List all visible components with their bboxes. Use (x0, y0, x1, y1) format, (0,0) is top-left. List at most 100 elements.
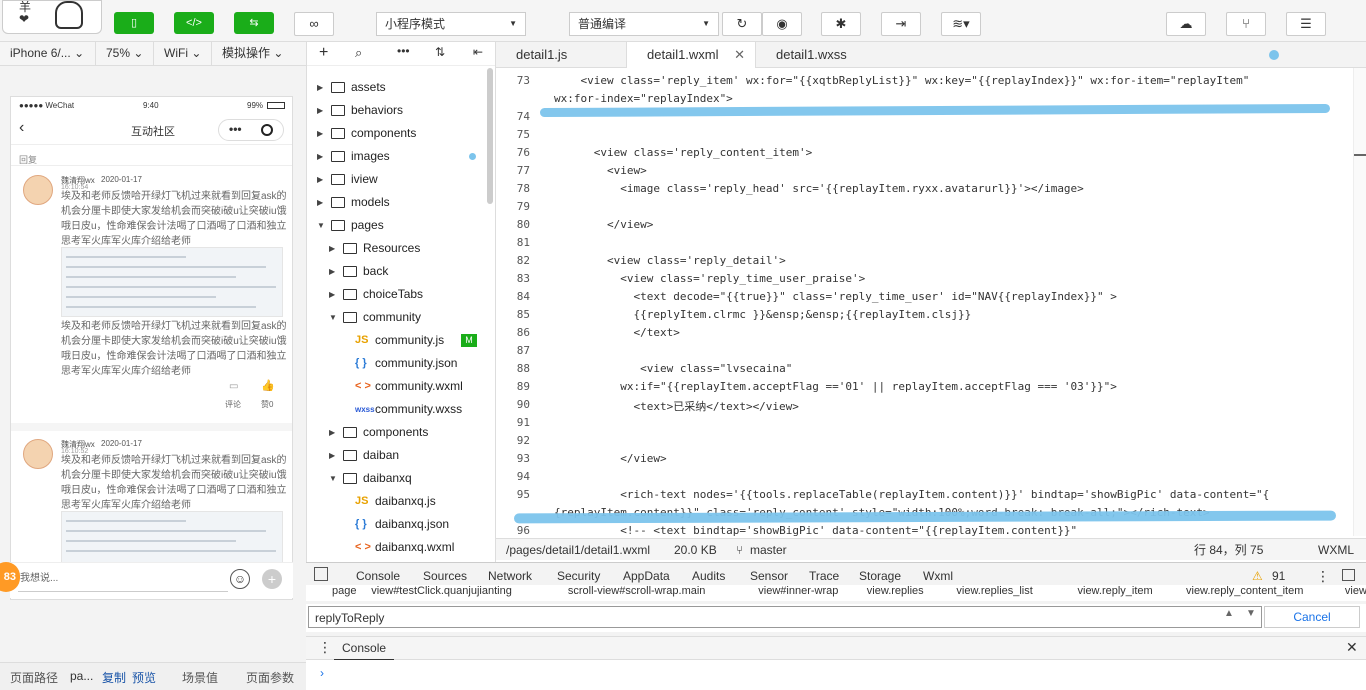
tree-item[interactable]: wxss community.wxss (307, 398, 495, 421)
tree-item[interactable]: ▼ pages (307, 214, 495, 237)
dom-search-input[interactable]: replyToReply (308, 606, 1262, 628)
page-params-button[interactable]: 页面参数 (246, 669, 294, 686)
chevron-right-icon[interactable]: ▶ (317, 191, 323, 214)
user-icon[interactable]: ☺ (230, 569, 250, 589)
details-button[interactable]: ☰ (1286, 12, 1326, 36)
comment-icon[interactable]: ▭ (229, 381, 238, 392)
tree-item[interactable]: { } community.json (307, 352, 495, 375)
device-select[interactable]: iPhone 6/... ⌄ (0, 42, 96, 66)
breadcrumb-item[interactable]: view.reply_detail (1345, 585, 1366, 597)
link-button[interactable]: ∞ (294, 12, 334, 36)
preview-link[interactable]: 预览 (132, 669, 156, 686)
code-line[interactable]: <image class='reply_head' src='{{replayI… (554, 182, 1084, 195)
chevron-right-icon[interactable]: ▶ (329, 283, 335, 306)
code-line[interactable]: wx:if="{{replayItem.acceptFlag =='01' ||… (554, 380, 1117, 393)
cursor-position[interactable]: 行 84，列 75 (1194, 539, 1263, 561)
tab-console-drawer[interactable]: Console (334, 637, 395, 661)
cancel-button[interactable]: Cancel (1264, 606, 1360, 628)
chevron-right-icon[interactable]: ▶ (329, 260, 335, 283)
breadcrumb-item[interactable]: view.reply_content_item (1186, 585, 1303, 597)
tree-item[interactable]: ▶ choiceTabs (307, 283, 495, 306)
capsule-menu[interactable]: ••• (218, 119, 284, 141)
chevron-up-icon[interactable]: ▲ (1224, 608, 1234, 619)
chevron-right-icon[interactable]: ▶ (317, 145, 323, 168)
tree-scrollbar[interactable] (487, 68, 493, 204)
code-line[interactable]: <view class='reply_time_user_praise'> (554, 272, 865, 285)
branch-name[interactable]: master (750, 539, 787, 561)
tab-detail1-wxml[interactable]: detail1.wxml ✕ (626, 42, 756, 68)
editor-toggle-button[interactable]: </> (174, 12, 214, 34)
debug-button[interactable]: ✱ (821, 12, 861, 36)
reply-input[interactable]: 我想说... (20, 569, 58, 584)
scene-button[interactable]: 场景值 (182, 669, 218, 686)
like-button[interactable]: 赞0 (261, 399, 273, 410)
tree-item[interactable]: ▶ components (307, 122, 495, 145)
comment-button[interactable]: 评论 (225, 399, 241, 410)
more-icon[interactable]: ••• (229, 122, 242, 136)
simulator-toggle-button[interactable]: ▯ (114, 12, 154, 34)
console-body[interactable]: › (306, 660, 1366, 690)
code-line[interactable]: </text> (554, 326, 679, 339)
code-line[interactable]: {{replyItem.clrmc }}&ensp;&ensp;{{replay… (554, 308, 971, 321)
code-line[interactable]: </view> (554, 218, 653, 231)
tree-item[interactable]: { } daibanxq.json (307, 513, 495, 536)
debugger-toggle-button[interactable]: ⇆ (234, 12, 274, 34)
network-select[interactable]: WiFi ⌄ (154, 42, 212, 66)
close-circle-icon[interactable] (261, 124, 273, 136)
breadcrumb-item[interactable]: page (332, 585, 356, 597)
search-icon[interactable]: ⌕ (355, 45, 362, 61)
tree-item[interactable]: ▶ back (307, 260, 495, 283)
close-icon[interactable]: ✕ (1346, 639, 1358, 656)
layers-button[interactable]: ≋▾ (941, 12, 981, 36)
mode-select[interactable]: 小程序模式 ▼ (376, 12, 526, 36)
chevron-right-icon[interactable]: ▶ (317, 99, 323, 122)
backend-button[interactable]: ⇥ (881, 12, 921, 36)
code-line[interactable]: <view class="lvsecaina" (554, 362, 792, 375)
chevron-down-icon[interactable]: ▼ (329, 306, 337, 329)
tree-item[interactable]: JS daibanxq.js (307, 490, 495, 513)
breadcrumb-item[interactable]: view.replies (867, 585, 924, 597)
chevron-right-icon[interactable]: ▶ (329, 421, 335, 444)
breadcrumb-item[interactable]: view#inner-wrap (758, 585, 838, 597)
upload-button[interactable]: ☁ (1166, 12, 1206, 36)
tree-item[interactable]: ▶ daiban (307, 444, 495, 467)
plus-icon[interactable]: + (262, 569, 282, 589)
breadcrumb-item[interactable]: view.reply_item (1078, 585, 1153, 597)
code-area[interactable]: <view class='reply_item' wx:for="{{xqtbR… (554, 68, 1354, 536)
tree-item[interactable]: ▼ community (307, 306, 495, 329)
tree-item[interactable]: < > community.wxml (307, 375, 495, 398)
tab-detail1-wxss[interactable]: detail1.wxss (756, 42, 886, 68)
tree-item[interactable]: ▶ models (307, 191, 495, 214)
code-line[interactable]: <text decode="{{true}}" class='reply_tim… (554, 290, 1116, 303)
sort-icon[interactable]: ⇅ (435, 45, 445, 59)
tree-item[interactable]: ▶ images (307, 145, 495, 168)
collapse-icon[interactable]: ⇤ (473, 45, 483, 59)
tree-item[interactable]: < > daibanxq.wxml (307, 536, 495, 559)
code-line[interactable]: wx:for-index="replayIndex"> (554, 92, 733, 105)
chevron-right-icon[interactable]: ▶ (317, 168, 323, 191)
chevron-down-icon[interactable]: ▼ (317, 214, 325, 237)
like-icon[interactable]: 👍 (261, 379, 275, 392)
tree-item[interactable]: ▶ assets (307, 76, 495, 99)
tree-item[interactable]: ▼ daibanxq (307, 467, 495, 490)
inspect-icon[interactable] (314, 567, 328, 581)
simulate-select[interactable]: 模拟操作 ⌄ (212, 42, 306, 66)
code-line[interactable]: </view> (554, 452, 666, 465)
compile-select[interactable]: 普通编译 ▼ (569, 12, 719, 36)
post-image[interactable] (61, 247, 283, 317)
breadcrumb-item[interactable]: scroll-view#scroll-wrap.main (568, 585, 706, 597)
more-icon[interactable]: ••• (397, 44, 410, 58)
tree-item[interactable]: ▶ iview (307, 168, 495, 191)
code-line[interactable]: <rich-text nodes='{{tools.replaceTable(r… (554, 488, 1269, 501)
copy-link[interactable]: 复制 (102, 669, 126, 686)
back-icon[interactable]: ‹ (19, 119, 24, 137)
chevron-right-icon[interactable]: ▶ (329, 444, 335, 467)
language-mode[interactable]: WXML (1318, 539, 1354, 561)
code-line[interactable]: <view class='reply_content_item'> (554, 146, 813, 159)
tree-item[interactable]: ▶ behaviors (307, 99, 495, 122)
refresh-button[interactable]: ↻ (722, 12, 762, 36)
add-icon[interactable]: + (319, 44, 328, 62)
tree-item[interactable]: JS community.js M (307, 329, 495, 352)
chevron-right-icon[interactable]: ▶ (317, 76, 323, 99)
chevron-down-icon[interactable]: ▼ (329, 467, 337, 490)
